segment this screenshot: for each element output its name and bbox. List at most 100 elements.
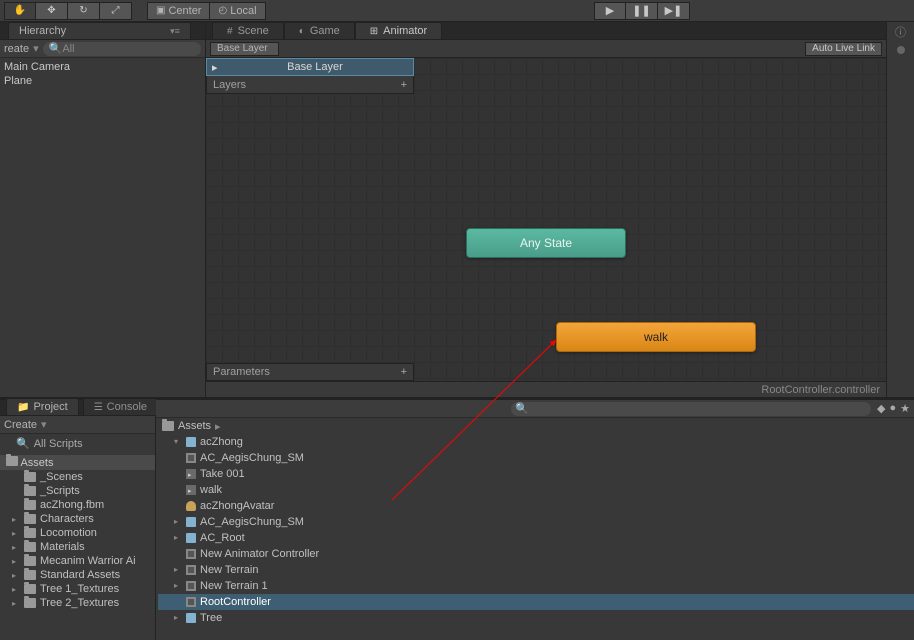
move-tool[interactable]: ✥ (36, 2, 68, 20)
rotate-tool[interactable]: ↻ (68, 2, 100, 20)
favorite-item[interactable]: 🔍All Scripts (0, 436, 155, 451)
add-layer-button[interactable]: + (401, 79, 407, 91)
hierarchy-tab[interactable]: Hierarchy ▾≡ (8, 22, 191, 39)
tab-animator[interactable]: ⊞Animator (355, 22, 442, 39)
folder-item[interactable]: ▸Locomotion (0, 526, 155, 540)
tab-console[interactable]: ☰Console (83, 398, 158, 415)
local-toggle[interactable]: ◴Local (210, 2, 265, 20)
favorites: 🔍All Scripts (0, 434, 155, 453)
breadcrumb-item[interactable]: Base Layer (210, 42, 279, 56)
hierarchy-list: Main Camera Plane (0, 58, 205, 90)
folder-item[interactable]: ▸Characters (0, 512, 155, 526)
search-placeholder: All (62, 43, 74, 55)
expand-arrow-icon[interactable]: ▸ (174, 610, 182, 626)
project-left: 📁Project ☰Console Create ▾ 🔍All Scripts A… (0, 400, 156, 640)
folder-item[interactable]: _Scenes (0, 470, 155, 484)
hierarchy-item[interactable]: Plane (0, 74, 205, 88)
create-arrow-icon: ▾ (41, 418, 47, 431)
pause-button[interactable]: ❚❚ (626, 2, 658, 20)
create-dropdown[interactable]: reate (4, 43, 29, 55)
folder-label: _Scripts (40, 485, 80, 497)
folder-icon (24, 598, 36, 608)
asset-label: walk (200, 482, 222, 498)
expand-arrow-icon[interactable]: ▸ (12, 529, 20, 538)
folder-item[interactable]: ▸ Materials (0, 540, 155, 554)
play-button[interactable]: ▶ (594, 2, 626, 20)
tab-game[interactable]: ◐Game (284, 22, 355, 39)
project-breadcrumb[interactable]: Assets ▸ (156, 418, 914, 434)
asset-item-selected[interactable]: RootController (158, 594, 914, 610)
center-area: #Scene ◐Game ⊞Animator Base Layer Auto L… (206, 22, 886, 397)
prefab-icon (186, 533, 196, 543)
label-icon[interactable]: ● (889, 402, 896, 415)
asset-item-walk[interactable]: walk (158, 482, 914, 498)
asset-item[interactable]: ▸Tree (158, 610, 914, 626)
asset-item[interactable]: acZhongAvatar (158, 498, 914, 514)
expand-arrow-icon[interactable]: ▸ (174, 562, 182, 578)
expand-arrow-icon[interactable]: ▸ (12, 585, 20, 594)
filter-icon[interactable]: ◆ (877, 402, 885, 415)
model-icon (186, 437, 196, 447)
terrain-icon (186, 565, 196, 575)
folder-label: acZhong.fbm (40, 499, 104, 511)
folder-label: Materials (40, 541, 85, 553)
expand-arrow-icon[interactable]: ▸ (174, 530, 182, 546)
asset-item[interactable]: ▾acZhong (158, 434, 914, 450)
expand-arrow-icon[interactable]: ▸ (174, 578, 182, 594)
hierarchy-tabs: Hierarchy ▾≡ (0, 22, 205, 40)
expand-arrow-icon[interactable]: ▸ (12, 543, 20, 552)
step-button[interactable]: ▶❚ (658, 2, 690, 20)
add-parameter-button[interactable]: + (401, 366, 407, 378)
expand-arrow-icon[interactable]: ▸ (174, 514, 182, 530)
asset-item[interactable]: ▸AC_Root (158, 530, 914, 546)
assets-header-row[interactable]: Assets (0, 455, 155, 470)
asset-label: New Terrain (200, 562, 259, 578)
folder-item[interactable]: _Scripts (0, 484, 155, 498)
layers-panel: ▸Base Layer Layers+ (206, 58, 414, 381)
hierarchy-search[interactable]: 🔍All (43, 42, 201, 56)
chevron-right-icon: ▸ (215, 420, 221, 433)
expand-arrow-icon[interactable]: ▾ (174, 434, 182, 450)
tab-project[interactable]: 📁Project (6, 398, 79, 415)
asset-item[interactable]: ▸New Terrain 1 (158, 578, 914, 594)
folder-icon (24, 500, 36, 510)
expand-arrow-icon[interactable]: ▸ (12, 515, 20, 524)
controller-icon (186, 597, 196, 607)
scene-label: Scene (238, 25, 269, 37)
asset-item[interactable]: Take 001 (158, 466, 914, 482)
animator-footer: RootController.controller (206, 381, 886, 397)
asset-item[interactable]: AC_AegisChung_SM (158, 450, 914, 466)
folder-item[interactable]: acZhong.fbm (0, 498, 155, 512)
folder-item[interactable]: ▸Mecanim Warrior Ai (0, 554, 155, 568)
folder-item[interactable]: ▸Tree 1_Textures (0, 582, 155, 596)
hierarchy-options-icon[interactable]: ▾≡ (170, 26, 180, 37)
center-toggle[interactable]: ▣Center (147, 2, 210, 20)
prefab-icon (186, 517, 196, 527)
walk-state-node[interactable]: walk (556, 322, 756, 352)
star-icon[interactable]: ★ (900, 402, 910, 415)
tab-scene[interactable]: #Scene (212, 22, 284, 39)
project-create-dropdown[interactable]: Create (4, 419, 37, 431)
inspector-info-icon[interactable]: ⓘ (895, 24, 906, 40)
scale-tool[interactable]: ⤢ (100, 2, 132, 20)
expand-arrow-icon[interactable]: ▸ (12, 599, 20, 608)
main-row: Hierarchy ▾≡ reate▾ 🔍All Main Camera Pla… (0, 22, 914, 397)
expand-arrow-icon[interactable]: ▸ (12, 571, 20, 580)
asset-item[interactable]: ▸ New Terrain (158, 562, 914, 578)
layer-play-icon: ▸ (212, 61, 218, 74)
play-controls: ▶ ❚❚ ▶❚ (594, 2, 690, 20)
project-search[interactable]: 🔍 (511, 402, 871, 416)
asset-item[interactable]: New Animator Controller (158, 546, 914, 562)
folder-item[interactable]: ▸Standard Assets (0, 568, 155, 582)
project-right-subbar: 🔍 ◆ ● ★ (156, 400, 914, 418)
asset-item[interactable]: ▸AC_AegisChung_SM (158, 514, 914, 530)
expand-arrow-icon[interactable]: ▸ (12, 557, 20, 566)
layer-item[interactable]: ▸Base Layer (206, 58, 414, 76)
hierarchy-subbar: reate▾ 🔍All (0, 40, 205, 58)
hierarchy-item[interactable]: Main Camera (0, 60, 205, 74)
any-state-node[interactable]: Any State (466, 228, 626, 258)
folder-item[interactable]: ▸Tree 2_Textures (0, 596, 155, 610)
asset-label: acZhongAvatar (200, 498, 274, 514)
hand-tool[interactable]: ✋ (4, 2, 36, 20)
auto-live-link-toggle[interactable]: Auto Live Link (805, 42, 882, 56)
